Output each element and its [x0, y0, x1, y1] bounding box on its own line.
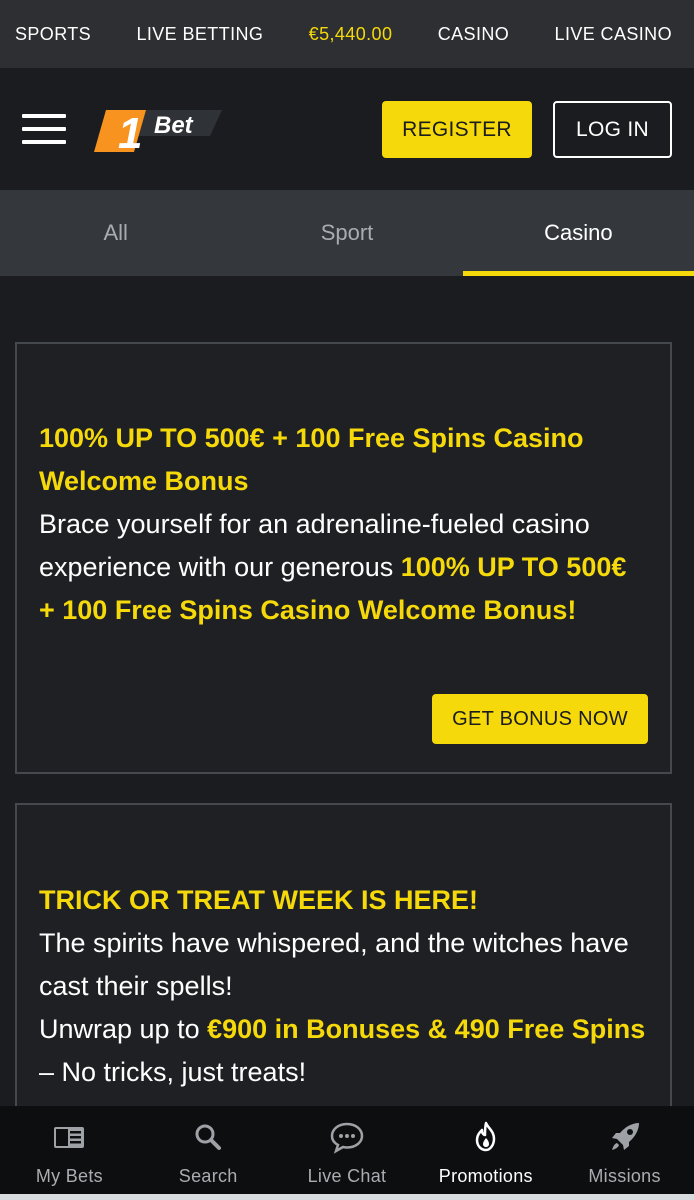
menu-icon[interactable]	[22, 114, 66, 146]
nav-sports[interactable]: SPORTS	[15, 24, 91, 45]
rocket-icon	[611, 1123, 639, 1150]
balance-display[interactable]: €5,440.00	[309, 24, 393, 45]
nav-live-betting[interactable]: LIVE BETTING	[136, 24, 263, 45]
bottom-nav-promotions[interactable]: Promotions	[416, 1106, 555, 1194]
svg-text:1: 1	[118, 109, 142, 154]
promo-description: Brace yourself for an adrenaline-fueled …	[39, 509, 627, 625]
promo-card: 100% UP TO 500€ + 100 Free Spins Casino …	[15, 342, 672, 774]
promo-card: TRICK OR TREAT WEEK IS HERE! The spirits…	[15, 803, 672, 1106]
promo-highlight: €900 in Bonuses & 490 Free Spins	[207, 1014, 646, 1044]
tab-all[interactable]: All	[0, 190, 231, 276]
bottom-nav-my-bets[interactable]: My Bets	[0, 1106, 139, 1194]
bottom-nav-label: Promotions	[438, 1166, 533, 1186]
brand-logo[interactable]: 1 Bet	[92, 106, 224, 154]
promo-description: The spirits have whispered, and the witc…	[39, 928, 629, 1001]
bottom-nav-live-chat[interactable]: Live Chat	[278, 1106, 417, 1194]
promo-list: 100% UP TO 500€ + 100 Free Spins Casino …	[0, 276, 694, 1106]
tab-casino[interactable]: Casino	[462, 190, 694, 276]
header: 1 Bet REGISTER LOG IN	[0, 68, 694, 190]
nav-casino[interactable]: CASINO	[438, 24, 509, 45]
register-button[interactable]: REGISTER	[382, 101, 532, 158]
bottom-nav-label: Live Chat	[307, 1166, 387, 1186]
search-icon	[195, 1124, 222, 1150]
my-bets-icon	[54, 1127, 85, 1148]
flame-icon	[475, 1121, 496, 1152]
bottom-nav-missions[interactable]: Missions	[555, 1106, 694, 1194]
chat-icon	[330, 1122, 364, 1154]
promo-tabs: All Sport Casino	[0, 190, 694, 276]
bottom-nav-label: Search	[178, 1166, 238, 1186]
tab-sport[interactable]: Sport	[231, 190, 462, 276]
bottom-nav-label: Missions	[588, 1166, 661, 1186]
promo-title: TRICK OR TREAT WEEK IS HERE!	[39, 885, 479, 915]
get-bonus-button[interactable]: GET BONUS NOW	[432, 694, 648, 744]
bottom-nav: My Bets Search Live Chat Promotions Miss…	[0, 1106, 694, 1200]
promo-title: 100% UP TO 500€ + 100 Free Spins Casino …	[39, 423, 584, 496]
top-nav: SPORTS LIVE BETTING €5,440.00 CASINO LIV…	[0, 0, 694, 68]
bottom-nav-search[interactable]: Search	[139, 1106, 278, 1194]
bottom-nav-label: My Bets	[35, 1166, 103, 1186]
nav-live-casino[interactable]: LIVE CASINO	[555, 24, 672, 45]
promo-description-2: Unwrap up to €900 in Bonuses & 490 Free …	[39, 1014, 646, 1087]
login-button[interactable]: LOG IN	[553, 101, 672, 158]
svg-text:Bet: Bet	[154, 112, 194, 139]
